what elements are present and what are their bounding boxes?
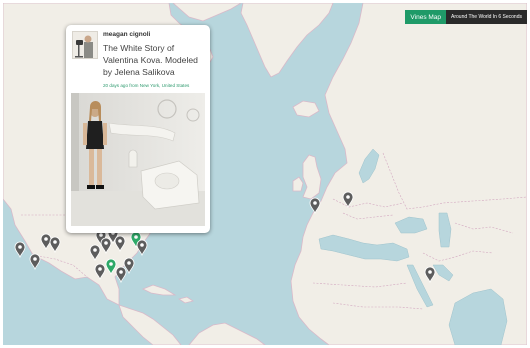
land-hispaniola <box>178 296 194 304</box>
popup-meta: 20 days ago from New York, United States <box>103 83 190 88</box>
land-cuba <box>142 284 177 296</box>
vine-popup[interactable]: meagan cignoli The White Story of Valent… <box>66 25 210 233</box>
land-south-america <box>188 322 266 345</box>
map-marker-us-west-2[interactable] <box>29 253 41 271</box>
land-arctic-islands <box>172 3 242 22</box>
land-greenland <box>240 3 334 78</box>
land-central-america <box>118 304 182 345</box>
map-marker-us-west-1[interactable] <box>14 241 26 259</box>
avatar[interactable] <box>72 31 98 59</box>
tab-around-the-world[interactable]: Around The World In 6 Seconds <box>446 10 527 24</box>
tab-bar: Vines Map Around The World In 6 Seconds <box>405 10 527 24</box>
map-marker-us-east-2[interactable] <box>136 239 148 257</box>
land-iceland <box>292 100 320 118</box>
popup-username[interactable]: meagan cignoli <box>103 31 150 38</box>
map-frame[interactable]: Vines Map Around The World In 6 Seconds … <box>3 3 527 345</box>
vine-video-thumbnail[interactable] <box>71 93 205 226</box>
tab-vines-map[interactable]: Vines Map <box>405 10 447 24</box>
map-marker-us-south-1[interactable] <box>115 266 127 284</box>
popup-caption: The White Story of Valentina Kova. Model… <box>103 43 198 77</box>
land-ireland <box>292 176 304 192</box>
land-britain <box>302 154 322 200</box>
